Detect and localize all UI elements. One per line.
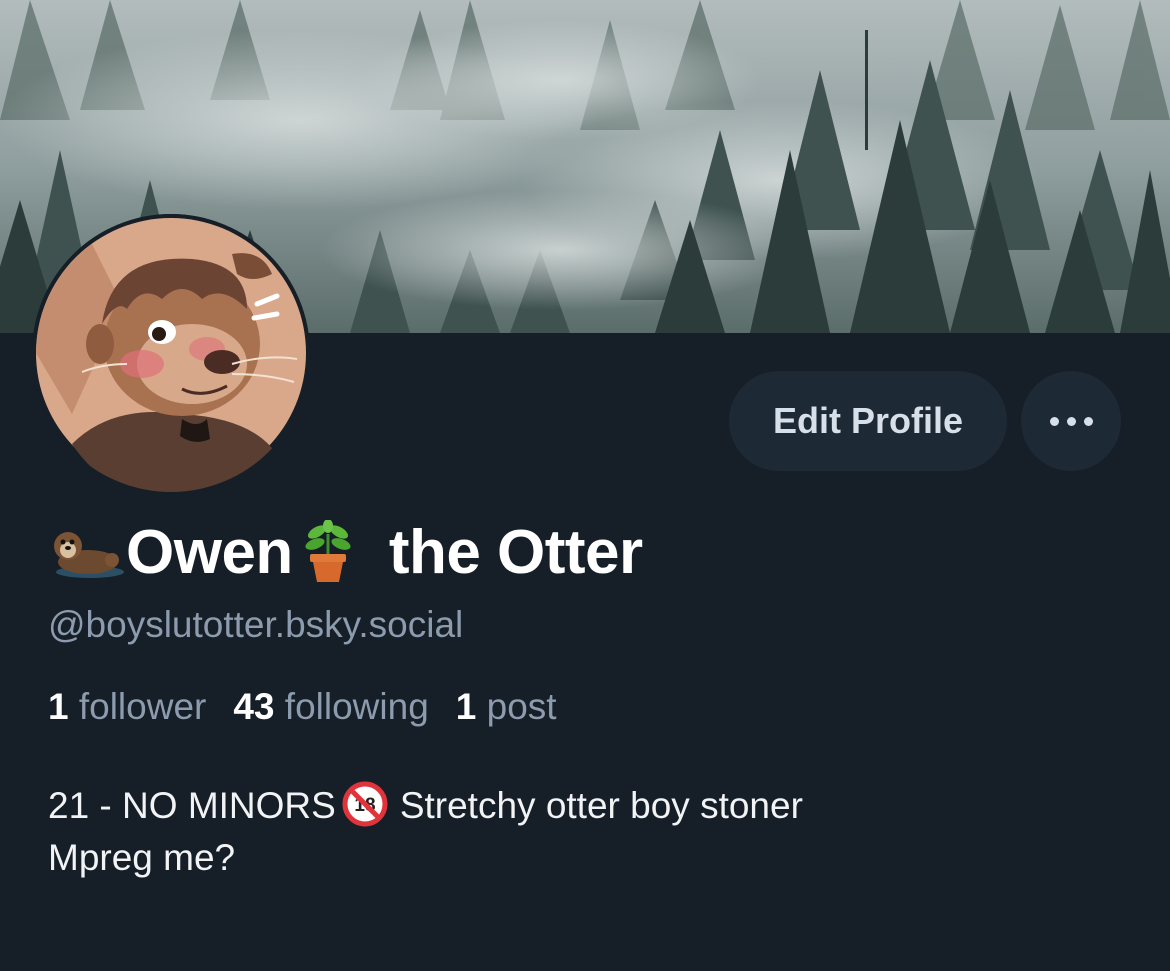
potted-plant-emoji-icon [293, 520, 363, 584]
posts-stat: 1 post [456, 686, 557, 728]
more-options-button[interactable] [1021, 371, 1121, 471]
followers-label: follower [78, 686, 207, 727]
bio-text-2: Stretchy otter boy stoner [399, 785, 803, 826]
posts-count: 1 [455, 686, 477, 727]
profile-handle: @boyslutotter.bsky.social [48, 604, 464, 645]
otter-avatar-image [32, 214, 310, 492]
bio-text-1: 21 - NO MINORS [48, 785, 336, 826]
bio-line-2: Mpreg me? [48, 837, 236, 878]
display-name-part2: the Otter [388, 517, 643, 587]
display-name: Owen the Otter [48, 512, 643, 592]
profile-page: Edit Profile Owen the Otter @boyslutotte… [0, 0, 1170, 971]
profile-stats: 1 follower 43 following 1 post [48, 686, 584, 728]
following-count: 43 [233, 686, 275, 727]
bio-line-1: 21 - NO MINORS18 Stretchy otter boy stone… [48, 780, 1128, 832]
posts-label: post [486, 686, 557, 727]
following-stat[interactable]: 43 following [233, 686, 428, 728]
followers-count: 1 [48, 686, 69, 727]
ellipsis-icon [1049, 416, 1093, 426]
profile-bio: 21 - NO MINORS18 Stretchy otter boy stone… [48, 780, 1128, 884]
no-one-under-eighteen-icon: 18 [342, 781, 388, 827]
following-label: following [284, 686, 429, 727]
edit-profile-button[interactable]: Edit Profile [729, 371, 1007, 471]
followers-stat[interactable]: 1 follower [48, 686, 206, 728]
display-name-part1: Owen [126, 517, 293, 587]
otter-emoji-icon [48, 522, 126, 582]
profile-avatar[interactable] [32, 214, 310, 492]
